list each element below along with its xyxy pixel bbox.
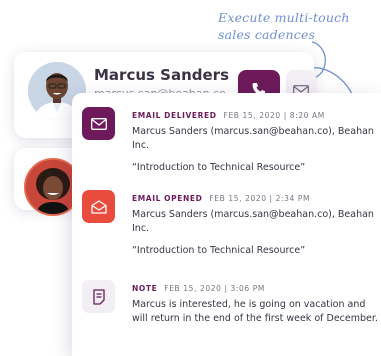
activity-subject: “Introduction to Technical Resource” bbox=[132, 162, 306, 173]
activity-type: EMAIL DELIVERED bbox=[132, 111, 217, 120]
activity-type: EMAIL OPENED bbox=[132, 194, 203, 203]
activity-header: EMAIL DELIVERED FEB 15, 2020 | 8:20 AM bbox=[132, 111, 380, 120]
activity-text: Marcus Sanders (marcus.san@beahan.co), B… bbox=[132, 209, 374, 234]
activity-text: Marcus Sanders (marcus.san@beahan.co), B… bbox=[132, 126, 374, 151]
activity-date: FEB 15, 2020 | 3:06 PM bbox=[164, 284, 265, 293]
activity-date: FEB 15, 2020 | 8:20 AM bbox=[223, 111, 325, 120]
annotation-text: Execute multi-touch sales cadences bbox=[218, 9, 368, 43]
activity-type: NOTE bbox=[132, 284, 158, 293]
contact-name: Marcus Sanders bbox=[94, 66, 230, 84]
activity-subject: “Introduction to Technical Resource” bbox=[132, 245, 306, 256]
activity-header: EMAIL OPENED FEB 15, 2020 | 2:34 PM bbox=[132, 194, 380, 203]
annotation-line-2: sales cadences bbox=[218, 27, 316, 42]
note-icon bbox=[82, 280, 115, 313]
envelope-icon bbox=[82, 107, 115, 140]
open-envelope-icon bbox=[82, 190, 115, 223]
activity-timeline: EMAIL DELIVERED FEB 15, 2020 | 8:20 AM M… bbox=[72, 93, 381, 356]
activity-header: NOTE FEB 15, 2020 | 3:06 PM bbox=[132, 284, 380, 293]
activity-text: Marcus is interested, he is going on vac… bbox=[132, 299, 378, 324]
activity-date: FEB 15, 2020 | 2:34 PM bbox=[209, 194, 311, 203]
annotation-line-1: Execute multi-touch bbox=[218, 10, 350, 25]
